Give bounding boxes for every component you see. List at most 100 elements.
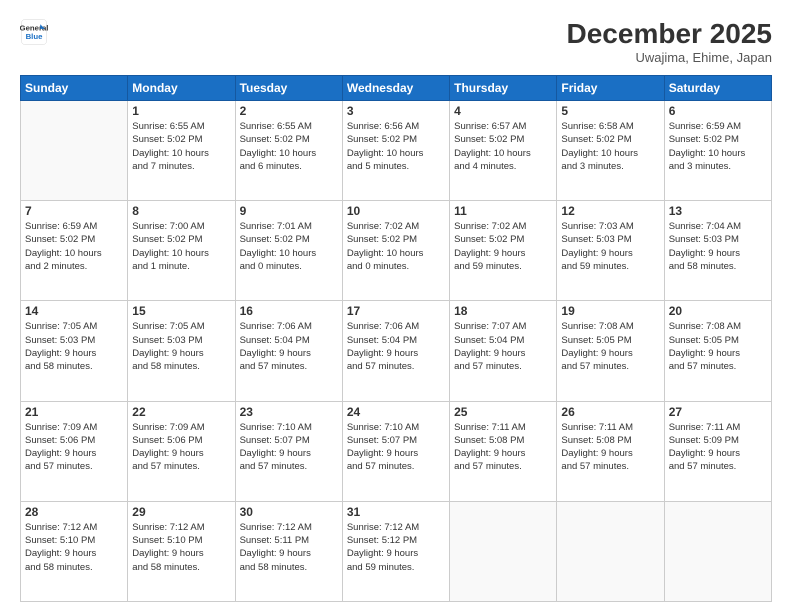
cell-info: Sunrise: 6:55 AMSunset: 5:02 PMDaylight:… (132, 120, 230, 173)
day-number: 1 (132, 104, 230, 118)
day-number: 23 (240, 405, 338, 419)
day-number: 2 (240, 104, 338, 118)
calendar-cell: 8Sunrise: 7:00 AMSunset: 5:02 PMDaylight… (128, 201, 235, 301)
week-row-2: 7 Sunrise: 6:59 AMSunset: 5:02 PMDaylight… (21, 201, 772, 301)
day-number: 7 (25, 204, 123, 218)
header: General Blue December 2025 Uwajima, Ehim… (20, 18, 772, 65)
cell-info: Sunrise: 7:02 AMSunset: 5:02 PMDaylight:… (454, 220, 552, 273)
logo-icon: General Blue (20, 18, 48, 46)
week-row-1: 1 Sunrise: 6:55 AMSunset: 5:02 PMDaylight… (21, 101, 772, 201)
calendar-cell: 31 Sunrise: 7:12 AMSunset: 5:12 PMDayligh… (342, 501, 449, 601)
cell-info: Sunrise: 7:05 AMSunset: 5:03 PMDaylight:… (132, 320, 230, 373)
calendar-cell: 21 Sunrise: 7:09 AMSunset: 5:06 PMDayligh… (21, 401, 128, 501)
day-number: 18 (454, 304, 552, 318)
week-row-5: 28 Sunrise: 7:12 AMSunset: 5:10 PMDayligh… (21, 501, 772, 601)
day-number: 25 (454, 405, 552, 419)
cell-info: Sunrise: 7:05 AMSunset: 5:03 PMDaylight:… (25, 320, 123, 373)
cell-info: Sunrise: 7:10 AMSunset: 5:07 PMDaylight:… (347, 421, 445, 474)
cell-info: Sunrise: 7:03 AMSunset: 5:03 PMDaylight:… (561, 220, 659, 273)
calendar-cell: 12 Sunrise: 7:03 AMSunset: 5:03 PMDayligh… (557, 201, 664, 301)
day-number: 13 (669, 204, 767, 218)
calendar-cell (21, 101, 128, 201)
weekday-header-wednesday: Wednesday (342, 76, 449, 101)
cell-info: Sunrise: 7:10 AMSunset: 5:07 PMDaylight:… (240, 421, 338, 474)
day-number: 6 (669, 104, 767, 118)
location: Uwajima, Ehime, Japan (567, 50, 772, 65)
day-number: 5 (561, 104, 659, 118)
calendar-cell: 7 Sunrise: 6:59 AMSunset: 5:02 PMDaylight… (21, 201, 128, 301)
day-number: 27 (669, 405, 767, 419)
day-number: 30 (240, 505, 338, 519)
day-number: 3 (347, 104, 445, 118)
day-number: 24 (347, 405, 445, 419)
day-number: 29 (132, 505, 230, 519)
cell-info: Sunrise: 7:11 AMSunset: 5:08 PMDaylight:… (454, 421, 552, 474)
calendar-cell: 14 Sunrise: 7:05 AMSunset: 5:03 PMDayligh… (21, 301, 128, 401)
day-number: 16 (240, 304, 338, 318)
calendar-cell: 25 Sunrise: 7:11 AMSunset: 5:08 PMDayligh… (450, 401, 557, 501)
calendar-cell: 13 Sunrise: 7:04 AMSunset: 5:03 PMDayligh… (664, 201, 771, 301)
calendar-cell: 6 Sunrise: 6:59 AMSunset: 5:02 PMDaylight… (664, 101, 771, 201)
calendar-cell: 16Sunrise: 7:06 AMSunset: 5:04 PMDayligh… (235, 301, 342, 401)
day-number: 28 (25, 505, 123, 519)
title-block: December 2025 Uwajima, Ehime, Japan (567, 18, 772, 65)
calendar-cell (664, 501, 771, 601)
day-number: 12 (561, 204, 659, 218)
calendar-cell: 18 Sunrise: 7:07 AMSunset: 5:04 PMDayligh… (450, 301, 557, 401)
cell-info: Sunrise: 7:09 AMSunset: 5:06 PMDaylight:… (132, 421, 230, 474)
cell-info: Sunrise: 7:09 AMSunset: 5:06 PMDaylight:… (25, 421, 123, 474)
cell-info: Sunrise: 7:04 AMSunset: 5:03 PMDaylight:… (669, 220, 767, 273)
calendar-cell: 22 Sunrise: 7:09 AMSunset: 5:06 PMDayligh… (128, 401, 235, 501)
cell-info: Sunrise: 7:01 AMSunset: 5:02 PMDaylight:… (240, 220, 338, 273)
cell-info: Sunrise: 7:02 AMSunset: 5:02 PMDaylight:… (347, 220, 445, 273)
cell-info: Sunrise: 7:11 AMSunset: 5:08 PMDaylight:… (561, 421, 659, 474)
day-number: 19 (561, 304, 659, 318)
weekday-header-friday: Friday (557, 76, 664, 101)
calendar-cell: 4 Sunrise: 6:57 AMSunset: 5:02 PMDaylight… (450, 101, 557, 201)
cell-info: Sunrise: 6:57 AMSunset: 5:02 PMDaylight:… (454, 120, 552, 173)
logo: General Blue (20, 18, 48, 46)
weekday-header-thursday: Thursday (450, 76, 557, 101)
calendar-cell: 10 Sunrise: 7:02 AMSunset: 5:02 PMDayligh… (342, 201, 449, 301)
cell-info: Sunrise: 7:07 AMSunset: 5:04 PMDaylight:… (454, 320, 552, 373)
day-number: 31 (347, 505, 445, 519)
day-number: 21 (25, 405, 123, 419)
calendar-cell: 17Sunrise: 7:06 AMSunset: 5:04 PMDayligh… (342, 301, 449, 401)
cell-info: Sunrise: 6:59 AMSunset: 5:02 PMDaylight:… (25, 220, 123, 273)
day-number: 9 (240, 204, 338, 218)
weekday-header-tuesday: Tuesday (235, 76, 342, 101)
week-row-3: 14 Sunrise: 7:05 AMSunset: 5:03 PMDayligh… (21, 301, 772, 401)
calendar-cell: 3 Sunrise: 6:56 AMSunset: 5:02 PMDaylight… (342, 101, 449, 201)
day-number: 17 (347, 304, 445, 318)
month-title: December 2025 (567, 18, 772, 50)
calendar-cell: 20Sunrise: 7:08 AMSunset: 5:05 PMDayligh… (664, 301, 771, 401)
calendar-cell: 9 Sunrise: 7:01 AMSunset: 5:02 PMDaylight… (235, 201, 342, 301)
cell-info: Sunrise: 7:12 AMSunset: 5:10 PMDaylight:… (132, 521, 230, 574)
cell-info: Sunrise: 7:12 AMSunset: 5:12 PMDaylight:… (347, 521, 445, 574)
cell-info: Sunrise: 6:56 AMSunset: 5:02 PMDaylight:… (347, 120, 445, 173)
day-number: 10 (347, 204, 445, 218)
cell-info: Sunrise: 6:58 AMSunset: 5:02 PMDaylight:… (561, 120, 659, 173)
calendar-cell (557, 501, 664, 601)
calendar-cell: 15Sunrise: 7:05 AMSunset: 5:03 PMDayligh… (128, 301, 235, 401)
cell-info: Sunrise: 7:08 AMSunset: 5:05 PMDaylight:… (669, 320, 767, 373)
cell-info: Sunrise: 6:59 AMSunset: 5:02 PMDaylight:… (669, 120, 767, 173)
calendar-cell: 24 Sunrise: 7:10 AMSunset: 5:07 PMDayligh… (342, 401, 449, 501)
svg-text:Blue: Blue (26, 32, 44, 41)
calendar-table: SundayMondayTuesdayWednesdayThursdayFrid… (20, 75, 772, 602)
calendar-cell: 26Sunrise: 7:11 AMSunset: 5:08 PMDayligh… (557, 401, 664, 501)
day-number: 8 (132, 204, 230, 218)
calendar-cell: 30Sunrise: 7:12 AMSunset: 5:11 PMDayligh… (235, 501, 342, 601)
calendar-cell: 23 Sunrise: 7:10 AMSunset: 5:07 PMDayligh… (235, 401, 342, 501)
day-number: 22 (132, 405, 230, 419)
calendar-cell: 28Sunrise: 7:12 AMSunset: 5:10 PMDayligh… (21, 501, 128, 601)
day-number: 14 (25, 304, 123, 318)
cell-info: Sunrise: 7:11 AMSunset: 5:09 PMDaylight:… (669, 421, 767, 474)
calendar-cell: 11Sunrise: 7:02 AMSunset: 5:02 PMDayligh… (450, 201, 557, 301)
cell-info: Sunrise: 6:55 AMSunset: 5:02 PMDaylight:… (240, 120, 338, 173)
day-number: 4 (454, 104, 552, 118)
cell-info: Sunrise: 7:08 AMSunset: 5:05 PMDaylight:… (561, 320, 659, 373)
week-row-4: 21 Sunrise: 7:09 AMSunset: 5:06 PMDayligh… (21, 401, 772, 501)
weekday-header-saturday: Saturday (664, 76, 771, 101)
calendar-cell: 2 Sunrise: 6:55 AMSunset: 5:02 PMDaylight… (235, 101, 342, 201)
